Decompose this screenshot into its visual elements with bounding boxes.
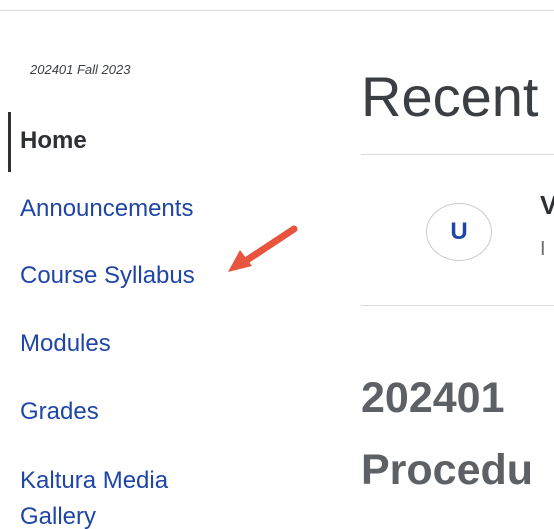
- nav-item-modules[interactable]: Modules: [20, 329, 111, 359]
- page-title: Recent: [361, 65, 539, 128]
- active-indicator: [8, 112, 11, 172]
- avatar[interactable]: U: [426, 203, 492, 261]
- nav-item-home[interactable]: Home: [20, 126, 87, 156]
- course-heading: 202401 Procedu: [361, 362, 554, 506]
- course-term: 202401 Fall 2023: [30, 62, 131, 77]
- activity-title[interactable]: V: [540, 190, 554, 221]
- nav-item-announcements[interactable]: Announcements: [20, 194, 193, 224]
- divider: [361, 154, 554, 155]
- activity-subtitle: I: [540, 238, 546, 260]
- nav-item-grades[interactable]: Grades: [20, 397, 99, 427]
- nav-item-kaltura-media-gallery[interactable]: Kaltura Media Gallery: [20, 463, 240, 529]
- course-heading-line-1: 202401: [361, 374, 505, 422]
- course-heading-line-2: Procedu: [361, 446, 534, 494]
- course-navigation: 202401 Fall 2023 Home Announcements Cour…: [0, 0, 330, 529]
- divider: [361, 305, 554, 306]
- nav-item-course-syllabus[interactable]: Course Syllabus: [20, 261, 195, 291]
